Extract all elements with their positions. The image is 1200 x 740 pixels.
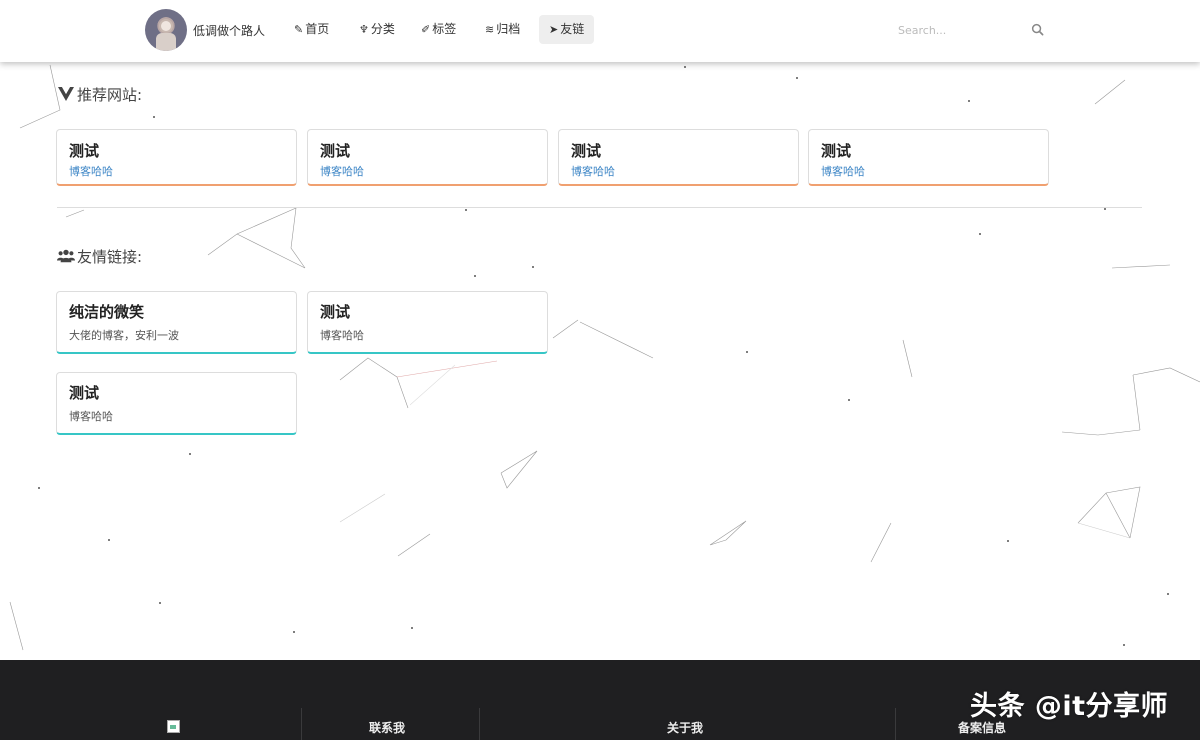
card-title: 测试 (320, 303, 351, 321)
nav-item-archive[interactable]: ≋ 归档 (475, 15, 530, 44)
nav-item-home[interactable]: ✎ 首页 (284, 15, 339, 44)
recommend-section-title: 推荐网站: (57, 84, 142, 105)
nav-label: 标签 (432, 22, 457, 36)
friend-link-card[interactable]: 测试 博客哈哈 (307, 291, 548, 354)
nav-item-categories[interactable]: ♆ 分类 (349, 15, 405, 44)
card-desc: 博客哈哈 (69, 165, 113, 178)
search-icon[interactable] (1031, 23, 1044, 36)
card-desc: 博客哈哈 (821, 165, 865, 178)
nav-item-tags[interactable]: ✐ 标签 (411, 15, 466, 44)
brush-icon: ✐ (421, 23, 431, 36)
footer-about-heading: 关于我 (667, 721, 704, 735)
footer-contact-heading: 联系我 (369, 721, 406, 735)
avatar[interactable] (145, 9, 187, 51)
section-divider (57, 207, 1142, 208)
friend-link-card[interactable]: 测试 博客哈哈 (56, 372, 297, 435)
nav-label: 归档 (496, 22, 521, 36)
footer-separator (479, 708, 480, 740)
card-desc: 博客哈哈 (320, 329, 364, 342)
card-title: 测试 (821, 142, 852, 160)
recommend-card[interactable]: 测试 博客哈哈 (558, 129, 799, 186)
search-input[interactable] (890, 18, 1050, 42)
recommend-card[interactable]: 测试 博客哈哈 (56, 129, 297, 186)
users-icon (57, 249, 75, 263)
watermark: 头条 @it分享师 (970, 691, 1169, 722)
card-desc: 博客哈哈 (69, 410, 113, 423)
card-title: 测试 (571, 142, 602, 160)
recommend-title-text: 推荐网站: (77, 86, 143, 104)
site-name[interactable]: 低调做个路人 (193, 22, 265, 39)
nav-item-friend-links[interactable]: ➤ 友链 (539, 15, 595, 44)
broken-image-icon (167, 720, 180, 733)
vue-logo-icon (58, 87, 74, 101)
card-desc: 大佬的博客，安利一波 (69, 329, 179, 342)
card-desc: 博客哈哈 (320, 165, 364, 178)
recommend-card[interactable]: 测试 博客哈哈 (808, 129, 1049, 186)
recommend-card[interactable]: 测试 博客哈哈 (307, 129, 548, 186)
footer-separator (301, 708, 302, 740)
footer: 联系我 关于我 备案信息 头条 @it分享师 (0, 660, 1200, 740)
astronaut-helmet-shape (159, 19, 173, 33)
fish-icon: ➤ (549, 23, 559, 36)
icecream-icon: ♆ (359, 23, 369, 36)
top-navbar: 低调做个路人 ✎ 首页 ♆ 分类 ✐ 标签 ≋ 归档 ➤ 友链 (0, 0, 1200, 62)
card-desc: 博客哈哈 (571, 165, 615, 178)
friend-link-card[interactable]: 纯洁的微笑 大佬的博客，安利一波 (56, 291, 297, 354)
card-title: 测试 (69, 142, 100, 160)
astronaut-suit-shape (156, 33, 176, 51)
footer-separator (895, 708, 896, 740)
card-title: 测试 (69, 384, 100, 402)
nav-label: 友链 (560, 22, 585, 36)
rss-icon: ≋ (485, 23, 495, 36)
pencil-icon: ✎ (294, 23, 304, 36)
nav-label: 首页 (305, 22, 330, 36)
friends-section-title: 友情链接: (57, 246, 142, 267)
card-title: 纯洁的微笑 (69, 303, 145, 321)
friends-title-text: 友情链接: (77, 248, 143, 266)
nav-label: 分类 (370, 22, 395, 36)
card-title: 测试 (320, 142, 351, 160)
